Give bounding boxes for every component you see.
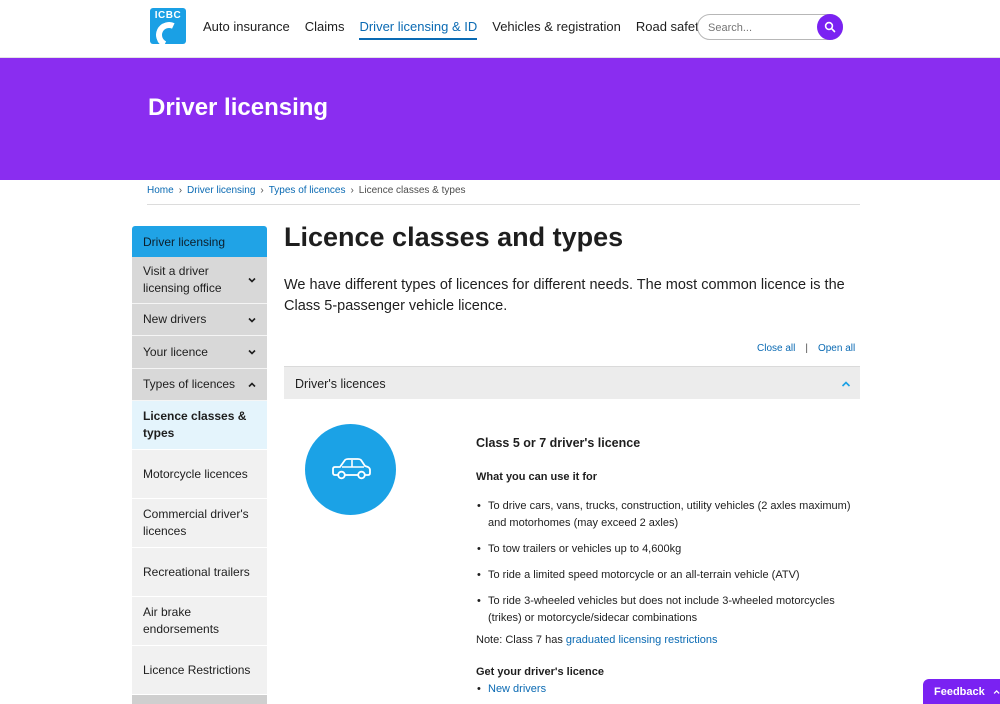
search-input[interactable]	[708, 19, 812, 36]
breadcrumb-chevron-icon: ›	[178, 185, 183, 196]
feedback-label: Feedback	[934, 685, 985, 698]
sidebar-subitem-recreational-trailers[interactable]: Recreational trailers	[132, 548, 267, 597]
page-title: Licence classes and types	[284, 222, 624, 252]
list-item: To ride 3-wheeled vehicles but does not …	[476, 593, 860, 627]
chevron-down-icon	[248, 349, 256, 355]
new-drivers-link[interactable]: New drivers	[488, 683, 546, 695]
sidebar-subitem-label: Recreational trailers	[143, 564, 250, 579]
breadcrumb-chevron-icon: ›	[350, 185, 354, 196]
sidebar-subitem-air-brake[interactable]: Air brake endorsements	[132, 597, 267, 646]
accordion-drivers-licences[interactable]: Driver's licences	[284, 366, 860, 399]
breadcrumb-types-of-licences[interactable]: Types of licences	[269, 185, 346, 196]
breadcrumb-chevron-icon: ›	[260, 185, 264, 196]
graduated-licensing-link[interactable]: graduated licensing restrictions	[566, 634, 718, 646]
chevron-up-icon	[248, 381, 256, 387]
search-button[interactable]	[817, 14, 843, 40]
sidebar-item-label: Your licence	[143, 344, 208, 359]
list-item: To drive cars, vans, trucks, constructio…	[476, 498, 860, 532]
sidebar-item-label: New drivers	[143, 312, 207, 326]
toggle-divider: |	[805, 343, 808, 354]
uses-heading: What you can use it for	[476, 471, 598, 483]
sidebar-subitem-label: Licence Restrictions	[143, 662, 251, 677]
intro-text: We have different types of licences for …	[284, 277, 845, 314]
page-banner: Driver licensing	[0, 58, 1000, 180]
section-heading: Class 5 or 7 driver's licence	[476, 436, 641, 450]
nav-vehicles-registration[interactable]: Vehicles & registration	[492, 19, 621, 40]
sidebar-subitem-label: Air brake endorsements	[143, 605, 220, 636]
list-item: To ride a limited speed motorcycle or an…	[476, 567, 860, 584]
logo-mark-icon	[152, 18, 186, 44]
get-licence-heading: Get your driver's licence	[476, 666, 604, 678]
note-text: Note: Class 7 has	[476, 634, 566, 646]
sidebar-subitem-licence-restrictions[interactable]: Licence Restrictions	[132, 646, 267, 695]
breadcrumb-home[interactable]: Home	[147, 185, 174, 196]
chevron-up-icon	[993, 689, 1000, 694]
sidebar-nav: Driver licensing Visit a driver licensin…	[132, 226, 267, 704]
chevron-down-icon	[248, 277, 256, 283]
get-licence-links: New drivers	[476, 683, 860, 695]
sidebar-item-visit-office[interactable]: Visit a driver licensing office	[132, 257, 267, 304]
nav-auto-insurance[interactable]: Auto insurance	[203, 19, 290, 40]
breadcrumb-driver-licensing[interactable]: Driver licensing	[187, 185, 255, 196]
nav-road-safety[interactable]: Road safety	[636, 19, 705, 40]
sidebar-subitem-commercial[interactable]: Commercial driver's licences	[132, 499, 267, 548]
close-all-link[interactable]: Close all	[757, 343, 795, 354]
nav-claims[interactable]: Claims	[305, 19, 345, 40]
breadcrumb: Home › Driver licensing › Types of licen…	[147, 185, 860, 205]
car-icon-badge	[305, 424, 396, 515]
sidebar-item-next[interactable]	[132, 695, 267, 704]
list-item: New drivers	[476, 683, 860, 695]
sidebar-subitem-motorcycle[interactable]: Motorcycle licences	[132, 450, 267, 499]
site-header: ICBC Auto insurance Claims Driver licens…	[0, 0, 1000, 58]
sidebar-heading[interactable]: Driver licensing	[132, 226, 267, 257]
banner-title: Driver licensing	[148, 94, 329, 121]
chevron-up-icon	[841, 381, 851, 387]
sidebar-item-your-licence[interactable]: Your licence	[132, 336, 267, 369]
car-icon	[332, 458, 371, 480]
sidebar-item-new-drivers[interactable]: New drivers	[132, 304, 267, 336]
list-item: To tow trailers or vehicles up to 4,600k…	[476, 541, 860, 558]
uses-list: To drive cars, vans, trucks, constructio…	[476, 498, 860, 627]
sidebar-subitem-licence-classes[interactable]: Licence classes & types	[132, 401, 267, 450]
chevron-down-icon	[248, 317, 256, 323]
search-icon	[824, 21, 836, 33]
sidebar-subitem-label: Licence classes & types	[143, 409, 247, 440]
icbc-logo[interactable]: ICBC	[150, 8, 186, 44]
feedback-button[interactable]: Feedback	[923, 679, 1000, 704]
open-all-link[interactable]: Open all	[818, 343, 855, 354]
search-box	[697, 14, 843, 40]
logo-text: ICBC	[154, 10, 182, 21]
sidebar-item-label: Types of licences	[143, 377, 236, 391]
sidebar-subitem-label: Commercial driver's licences	[143, 507, 249, 538]
accordion-toggles: Close all | Open all	[757, 343, 855, 354]
main-nav: Auto insurance Claims Driver licensing &…	[203, 19, 720, 40]
sidebar-item-label: Visit a driver licensing office	[143, 264, 222, 295]
sidebar-subitem-label: Motorcycle licences	[143, 466, 248, 481]
sidebar-item-types-of-licences[interactable]: Types of licences	[132, 369, 267, 401]
accordion-title: Driver's licences	[295, 377, 386, 391]
class-7-note: Note: Class 7 has graduated licensing re…	[476, 634, 860, 646]
breadcrumb-current: Licence classes & types	[358, 185, 466, 196]
nav-driver-licensing[interactable]: Driver licensing & ID	[359, 19, 478, 40]
licence-section: Class 5 or 7 driver's licence What you c…	[476, 430, 860, 695]
